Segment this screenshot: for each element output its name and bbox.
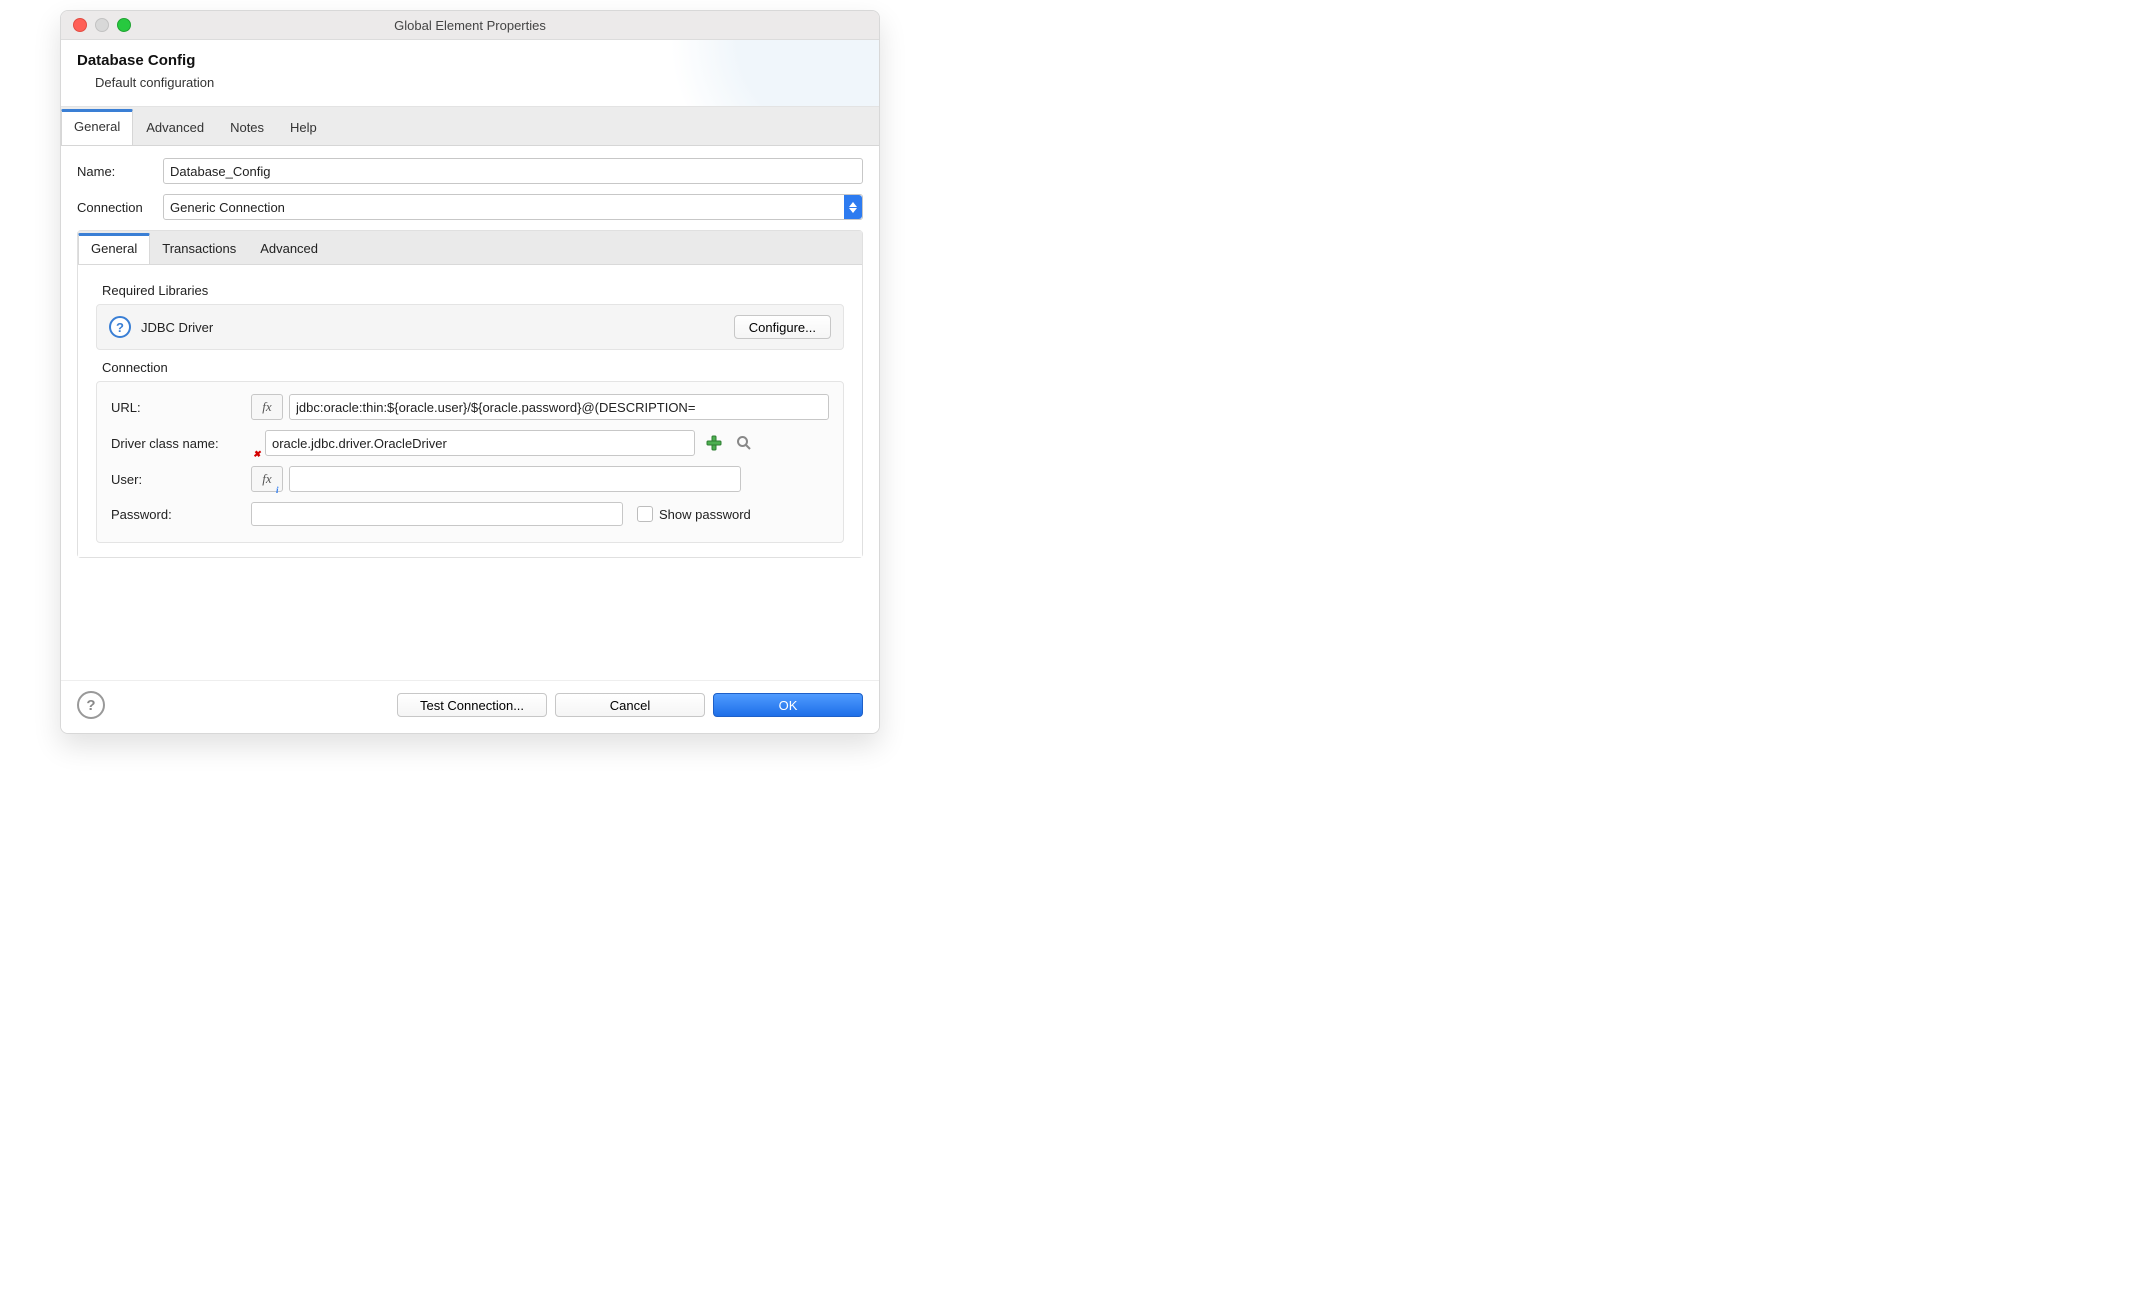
user-fx-button[interactable]: fxi [251,466,283,492]
dialog-footer: ? Test Connection... Cancel OK [61,680,879,733]
test-connection-button[interactable]: Test Connection... [397,693,547,717]
required-libraries-label: Required Libraries [102,283,844,298]
main-tabbar: General Advanced Notes Help [61,107,879,146]
show-password-checkbox[interactable] [637,506,653,522]
configure-button[interactable]: Configure... [734,315,831,339]
driver-error-icon: ✖ [251,431,259,455]
tab-general[interactable]: General [61,109,133,145]
name-input[interactable] [163,158,863,184]
dialog-body: Name: Connection General Transactions Ad… [61,146,879,680]
driver-label: Driver class name: [111,436,251,451]
tab-notes[interactable]: Notes [217,109,277,145]
jdbc-driver-label: JDBC Driver [141,320,213,335]
name-label: Name: [77,164,163,179]
show-password-label: Show password [659,507,751,522]
connection-select[interactable] [163,194,863,220]
help-icon[interactable]: ? [109,316,131,338]
user-input[interactable] [289,466,741,492]
required-libraries-box: ? JDBC Driver Configure... [96,304,844,350]
sub-body: Required Libraries ? JDBC Driver Configu… [78,265,862,557]
add-driver-button[interactable] [703,432,725,454]
footer-help-button[interactable]: ? [77,691,105,719]
url-label: URL: [111,400,251,415]
sub-tabbar: General Transactions Advanced [78,231,862,265]
user-label: User: [111,472,251,487]
driver-input[interactable] [265,430,695,456]
dialog-header: Database Config Default configuration [61,40,879,107]
ok-button[interactable]: OK [713,693,863,717]
password-label: Password: [111,507,251,522]
subtab-advanced[interactable]: Advanced [248,233,330,264]
connection-section-label: Connection [102,360,844,375]
subtab-general[interactable]: General [78,233,150,264]
dialog-title: Database Config [77,52,863,69]
cancel-button[interactable]: Cancel [555,693,705,717]
subtab-transactions[interactable]: Transactions [150,233,248,264]
header-decoration [669,40,879,107]
connection-subpanel: General Transactions Advanced Required L… [77,230,863,558]
titlebar: Global Element Properties [61,11,879,40]
dialog-window: Global Element Properties Database Confi… [60,10,880,734]
tab-help[interactable]: Help [277,109,330,145]
connection-fields-box: URL: fx Driver class name: ✖ [96,381,844,543]
url-fx-button[interactable]: fx [251,394,283,420]
url-input[interactable] [289,394,829,420]
window-title: Global Element Properties [61,18,879,33]
connection-label: Connection [77,200,163,215]
tab-advanced[interactable]: Advanced [133,109,217,145]
dialog-subtitle: Default configuration [95,75,863,90]
password-input[interactable] [251,502,623,526]
connection-dropdown-icon[interactable] [844,195,862,219]
search-driver-button[interactable] [733,432,755,454]
